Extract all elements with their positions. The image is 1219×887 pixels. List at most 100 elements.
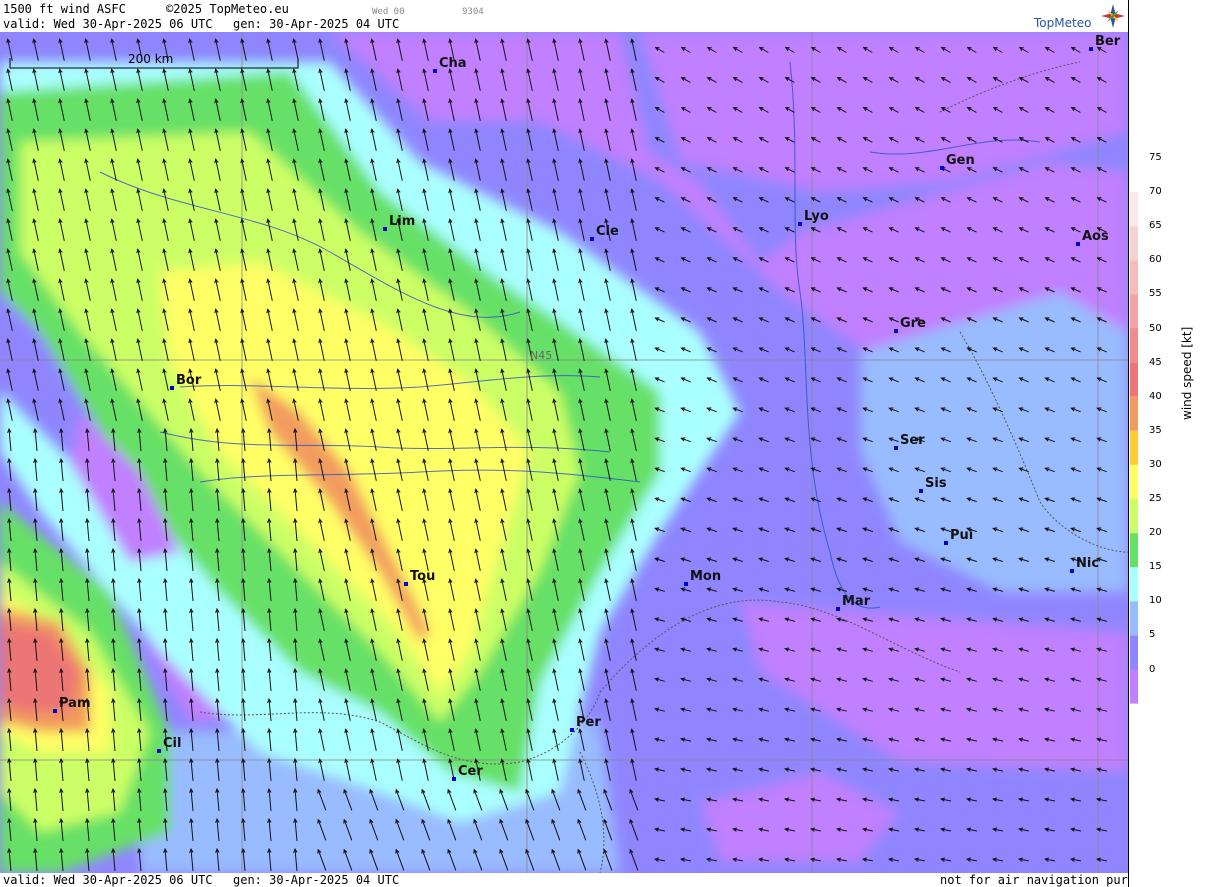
legend-tick-label: 60 (1149, 254, 1162, 266)
city-label: Ser (900, 433, 925, 448)
footer-bar: valid: Wed 30-Apr-2025 06 UTC gen: 30-Ap… (0, 873, 1164, 887)
city-marker (944, 541, 948, 545)
valid-time: valid: Wed 30-Apr-2025 06 UTC (3, 17, 213, 31)
city-label: Mon (690, 569, 722, 584)
copyright-text: ©2025 TopMeteo.eu (166, 2, 289, 16)
city-marker (1076, 242, 1080, 246)
city-cil[interactable]: Cil (157, 736, 181, 753)
run-code: 9304 (462, 7, 484, 17)
city-label: Mar (842, 594, 871, 609)
city-nic[interactable]: Nic (1070, 556, 1099, 573)
city-marker (919, 489, 923, 493)
legend-tick-label: 20 (1149, 527, 1162, 539)
city-ber[interactable]: Ber (1089, 34, 1120, 51)
legend-swatch (1130, 328, 1138, 363)
legend-tick-label: 15 (1149, 561, 1162, 573)
legend-swatch (1130, 567, 1138, 602)
city-marker (894, 329, 898, 333)
city-pui[interactable]: Pui (944, 528, 973, 545)
latitude-label: N45 (530, 349, 553, 362)
legend-tick-label: 5 (1149, 629, 1156, 641)
legend-swatch (1130, 260, 1138, 295)
footer-valid-time: valid: Wed 30-Apr-2025 06 UTC (3, 873, 213, 887)
city-marker (383, 227, 387, 231)
legend-tick-label: 45 (1149, 356, 1162, 368)
city-label: Sis (925, 476, 947, 491)
city-marker (1089, 47, 1093, 51)
legend-swatch (1130, 533, 1138, 568)
topmeteo-logo: TopMeteo (1034, 2, 1126, 32)
legend-swatch (1130, 294, 1138, 329)
city-label: Gre (900, 316, 926, 331)
legend-tick-label: 10 (1149, 595, 1162, 607)
city-aos[interactable]: Aos (1076, 229, 1109, 246)
legend-swatch (1130, 601, 1138, 636)
city-per[interactable]: Per (570, 715, 601, 732)
legend-swatch (1130, 192, 1138, 227)
city-cle[interactable]: Cle (590, 224, 619, 241)
city-marker (590, 237, 594, 241)
city-tou[interactable]: Tou (404, 569, 435, 586)
legend-title: wind speed [kt] (1180, 326, 1194, 420)
city-label: Nic (1076, 556, 1100, 571)
city-gre[interactable]: Gre (894, 316, 926, 333)
legend-swatch (1130, 158, 1138, 193)
city-label: Cil (163, 736, 182, 751)
footer-generated-time: gen: 30-Apr-2025 04 UTC (233, 873, 400, 887)
legend-swatch (1130, 464, 1138, 499)
city-bor[interactable]: Bor (170, 373, 201, 390)
city-marker (894, 446, 898, 450)
color-legend (1128, 0, 1219, 887)
city-label: Ber (1095, 34, 1121, 49)
city-mar[interactable]: Mar (836, 594, 870, 611)
city-mon[interactable]: Mon (684, 569, 721, 586)
city-marker (404, 582, 408, 586)
legend-swatch (1130, 362, 1138, 397)
city-marker (684, 582, 688, 586)
city-label: Pui (950, 528, 974, 543)
legend-tick-label: 75 (1149, 152, 1162, 163)
city-marker (798, 222, 802, 226)
logo-text: TopMeteo (1034, 16, 1092, 30)
generated-time: gen: 30-Apr-2025 04 UTC (233, 17, 400, 31)
city-marker (53, 709, 57, 713)
legend-tick-label: 35 (1149, 424, 1162, 436)
city-label: Aos (1082, 229, 1109, 244)
city-marker (836, 607, 840, 611)
city-label: Cle (596, 224, 619, 239)
city-pam[interactable]: Pam (53, 696, 91, 713)
city-gen[interactable]: Gen (940, 153, 975, 170)
legend-swatch (1130, 226, 1138, 261)
city-lyo[interactable]: Lyo (798, 209, 829, 226)
legend-tick-label: 0 (1149, 663, 1156, 675)
city-label: Cha (439, 56, 467, 71)
city-label: Lyo (804, 209, 829, 224)
city-sis[interactable]: Sis (919, 476, 947, 493)
legend-tick-label: 70 (1149, 186, 1162, 198)
legend-tick-label: 25 (1149, 493, 1162, 504)
city-marker (570, 728, 574, 732)
city-label: Cer (458, 764, 483, 779)
city-ser[interactable]: Ser (894, 433, 925, 450)
legend-tick-label: 40 (1149, 390, 1162, 402)
city-marker (452, 777, 456, 781)
legend-tick-label: 30 (1149, 458, 1162, 470)
legend-tick-label: 55 (1149, 288, 1162, 300)
city-label: Gen (946, 153, 975, 168)
city-lim[interactable]: Lim (383, 214, 415, 231)
legend-swatch (1130, 669, 1138, 704)
legend-swatch (1130, 635, 1138, 670)
city-marker (170, 386, 174, 390)
city-cha[interactable]: Cha (433, 56, 467, 73)
city-marker (940, 166, 944, 170)
scale-label: 200 km (128, 52, 174, 66)
city-label: Tou (410, 569, 436, 584)
city-marker (157, 749, 161, 753)
legend-tick-label: 50 (1149, 322, 1162, 334)
legend-tick-label: 65 (1149, 220, 1162, 232)
city-label: Bor (176, 373, 202, 388)
product-title: 1500 ft wind ASFC (3, 2, 126, 16)
legend-swatch (1130, 499, 1138, 534)
city-marker (433, 69, 437, 73)
city-cer[interactable]: Cer (452, 764, 483, 781)
